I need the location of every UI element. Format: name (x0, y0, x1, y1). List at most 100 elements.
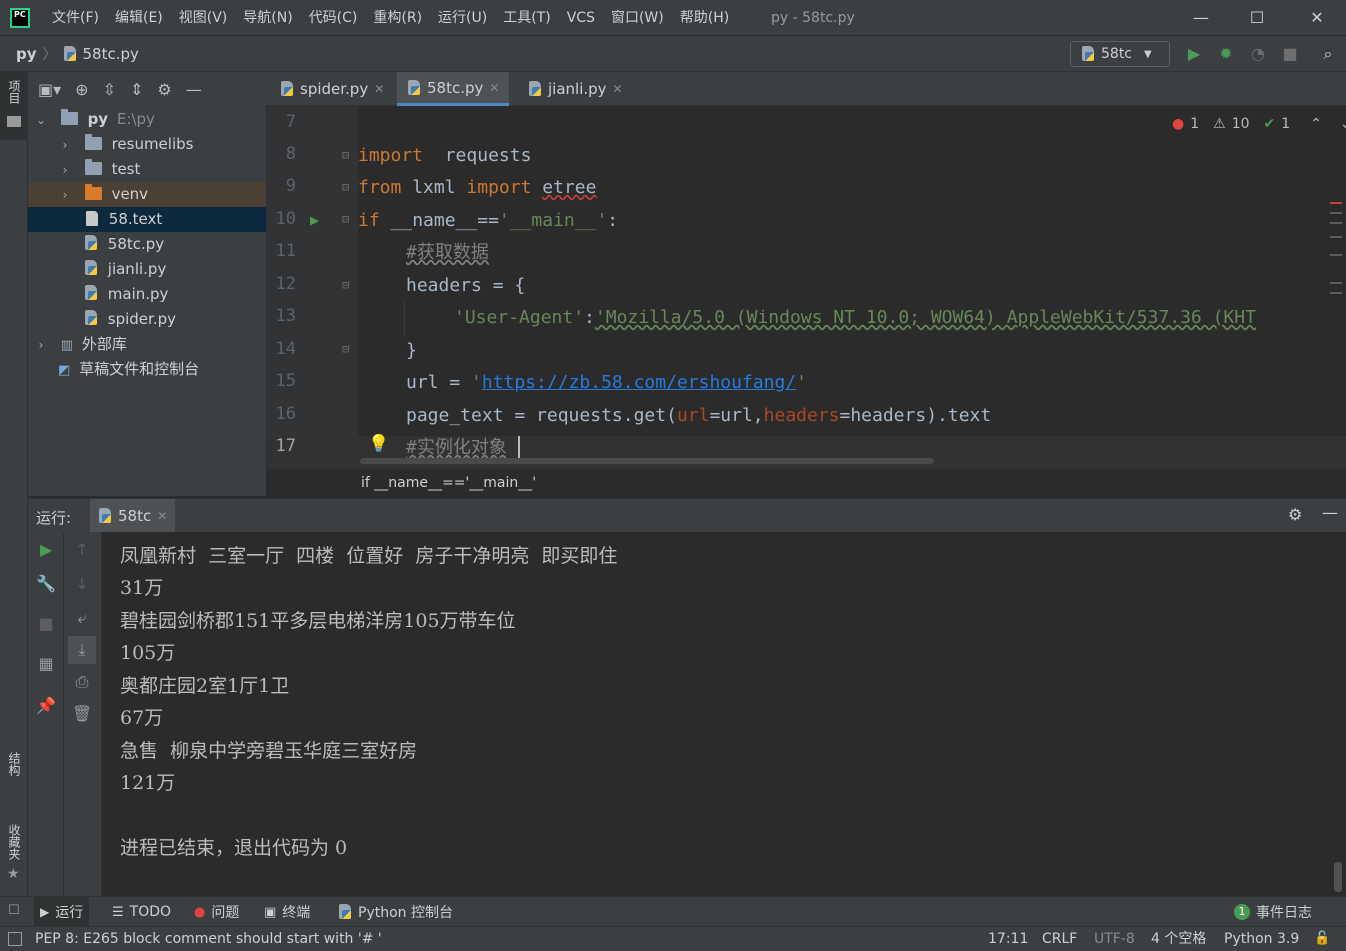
breadcrumb-project[interactable]: py (16, 45, 37, 63)
menu-edit[interactable]: 编辑(E) (107, 0, 171, 36)
fold-icon[interactable]: ⊟ (342, 148, 349, 162)
tree-item-jianli-py[interactable]: jianli.py (28, 257, 266, 282)
console-line: 31万 (120, 577, 164, 599)
status-encoding[interactable]: UTF-8 (1094, 927, 1135, 951)
gear-icon[interactable]: ⚙ (157, 80, 171, 99)
menu-vcs[interactable]: VCS (559, 0, 603, 36)
tool-window-problems[interactable]: ● 问题 (188, 897, 245, 927)
structure-tool-button[interactable]: 结构 (0, 748, 27, 808)
close-tab-icon[interactable]: ✕ (489, 81, 499, 95)
tab-58tc-py[interactable]: 58tc.py ✕ (397, 72, 510, 106)
menu-tools[interactable]: 工具(T) (495, 0, 558, 36)
menu-help[interactable]: 帮助(H) (672, 0, 737, 36)
tree-item-main-py[interactable]: main.py (28, 282, 266, 307)
maximize-icon[interactable]: ☐ (1228, 0, 1286, 36)
hide-panel-icon[interactable]: — (1322, 503, 1338, 522)
lightbulb-icon[interactable]: 💡 (368, 434, 389, 454)
error-stripe[interactable] (1328, 198, 1344, 298)
tab-jianli-py[interactable]: jianli.py ✕ (518, 72, 633, 106)
project-view-select-icon[interactable]: ▣▾ (38, 80, 61, 99)
arrow-up-icon[interactable]: ↑ (64, 540, 100, 559)
line-number: 8 (285, 144, 296, 164)
status-interpreter[interactable]: Python 3.9 (1224, 927, 1299, 951)
run-config-select[interactable]: 58tc ▼ (1070, 41, 1170, 67)
close-tab-icon[interactable]: ✕ (157, 509, 167, 523)
editor-breadcrumb-item[interactable]: if __name__=='__main__' (361, 475, 536, 491)
rerun-icon[interactable]: ▶ (28, 540, 64, 559)
close-tab-icon[interactable]: ✕ (613, 82, 623, 96)
expand-all-icon[interactable]: ⇳ (103, 80, 116, 99)
favorites-tool-button[interactable]: 收藏夹 ★ (0, 820, 27, 890)
trash-icon[interactable]: 🗑 (64, 704, 100, 723)
menu-window[interactable]: 窗口(W) (603, 0, 672, 36)
fold-icon[interactable]: ⊟ (342, 342, 349, 356)
tree-item-label: venv (111, 185, 149, 203)
project-tool-button[interactable]: 项目 (0, 72, 27, 140)
fold-icon[interactable]: ⊟ (342, 212, 349, 226)
layout-icon[interactable]: ▦ (28, 654, 64, 673)
collapse-all-icon[interactable]: ⇕ (130, 80, 143, 99)
tree-root[interactable]: ⌄ py E:\py (28, 107, 266, 132)
menu-code[interactable]: 代码(C) (301, 0, 366, 36)
close-tab-icon[interactable]: ✕ (374, 82, 384, 96)
print-icon[interactable]: ⎙ (64, 672, 100, 692)
wrench-icon[interactable]: 🔧 (28, 574, 64, 593)
menu-file[interactable]: 文件(F) (44, 0, 107, 36)
menu-run[interactable]: 运行(U) (430, 0, 495, 36)
tool-window-python-console[interactable]: Python 控制台 (332, 897, 459, 927)
coverage-icon[interactable]: ◔ (1248, 44, 1268, 64)
status-caret-position[interactable]: 17:11 (988, 927, 1028, 951)
tree-item-scratches[interactable]: ◩ 草稿文件和控制台 (28, 357, 266, 382)
arrow-down-icon[interactable]: ↓ (64, 574, 100, 593)
stop-icon[interactable]: ■ (28, 614, 64, 633)
menu-refactor[interactable]: 重构(R) (365, 0, 430, 36)
menu-view[interactable]: 视图(V) (171, 0, 236, 36)
minimize-icon[interactable]: — (1172, 0, 1230, 36)
pin-icon[interactable]: 📌 (28, 696, 64, 715)
tree-item-58-text[interactable]: 58.text (28, 207, 266, 232)
tree-item-external-libs[interactable]: › ▥ 外部库 (28, 332, 266, 357)
search-icon[interactable]: ⌕ (1318, 44, 1338, 64)
scroll-to-end-icon[interactable]: ⤓ (68, 636, 96, 664)
locate-file-icon[interactable]: ⊕ (75, 80, 88, 99)
tab-spider-py[interactable]: spider.py ✕ (270, 72, 394, 106)
tool-window-run[interactable]: ▶ 运行 (34, 897, 90, 927)
status-indent[interactable]: 4 个空格 (1151, 927, 1206, 951)
tree-item-58tc-py[interactable]: 58tc.py (28, 232, 266, 257)
tab-label: spider.py (300, 80, 369, 98)
run-console[interactable]: 凤凰新村 三室一厅 四楼 位置好 房子干净明亮 即买即住 31万 碧桂园剑桥郡1… (102, 532, 1346, 896)
code-editor[interactable]: import requests from lxml import etree i… (358, 106, 1346, 468)
fold-icon[interactable]: ⊟ (342, 278, 349, 292)
lock-icon[interactable]: 🔓 (1314, 927, 1330, 951)
status-line-separator[interactable]: CRLF (1042, 927, 1077, 951)
tool-window-terminal[interactable]: ▣ 终端 (258, 897, 316, 927)
debug-icon[interactable]: ✹ (1216, 44, 1236, 64)
gear-icon[interactable]: ⚙ (1288, 505, 1302, 524)
menu-navigate[interactable]: 导航(N) (235, 0, 300, 36)
console-scrollbar[interactable] (1334, 862, 1342, 892)
close-window-icon[interactable]: ✕ (1288, 0, 1346, 36)
tool-window-todo[interactable]: ☰ TODO (106, 897, 177, 927)
soft-wrap-icon[interactable]: ⤶ (64, 608, 100, 628)
tree-item-venv[interactable]: › venv (28, 182, 266, 207)
panel-toggle-icon[interactable] (8, 932, 22, 946)
code-url[interactable]: https://zb.58.com/ershoufang/ (482, 372, 796, 393)
run-tab-58tc[interactable]: 58tc ✕ (90, 499, 176, 533)
toggle-tool-windows-icon[interactable]: ☐ (8, 903, 20, 918)
fold-icon[interactable]: ⊟ (342, 180, 349, 194)
run-icon[interactable]: ▶ (1184, 44, 1204, 64)
tree-item-test[interactable]: › test (28, 157, 266, 182)
code-text: =url, (709, 405, 764, 426)
chevron-down-icon[interactable]: ⌄ (1340, 116, 1346, 132)
tree-item-spider-py[interactable]: spider.py (28, 307, 266, 332)
breadcrumb-file[interactable]: 58tc.py (83, 45, 139, 63)
inspection-indicators[interactable]: ● 1 ⚠ 10 ✔ 1 ⌃ ⌄ (1172, 112, 1346, 136)
tool-window-event-log[interactable]: 1 事件日志 (1228, 897, 1318, 927)
chevron-up-icon[interactable]: ⌃ (1310, 116, 1322, 132)
line-number: 15 (275, 371, 296, 391)
hide-panel-icon[interactable]: — (186, 80, 202, 99)
run-gutter-icon[interactable]: ▶ (310, 211, 319, 229)
tree-item-resumelibs[interactable]: › resumelibs (28, 132, 266, 157)
horizontal-scrollbar[interactable] (360, 458, 934, 464)
stop-icon[interactable]: ■ (1280, 44, 1300, 64)
